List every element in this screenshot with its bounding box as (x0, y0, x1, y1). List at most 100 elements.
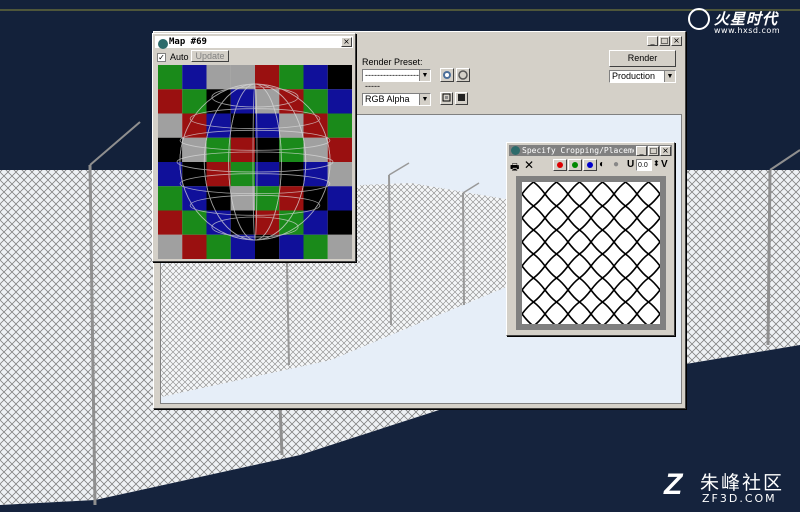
checker-cell (158, 113, 183, 138)
fence-post (766, 169, 772, 346)
watermark-logo-zf3d: Z 朱峰社区 ZF3D.COM (664, 468, 798, 508)
green-dot-icon (572, 162, 578, 168)
mono-toggle-button[interactable] (440, 92, 453, 105)
mono-icon (442, 93, 451, 102)
window-controls: _ □ × (635, 146, 671, 156)
auto-update-row: ✓ Auto (157, 51, 189, 63)
checker-cell (182, 137, 207, 162)
green-channel-button[interactable] (568, 159, 582, 171)
watermark-brand-text: 朱峰社区 (700, 473, 785, 494)
map-window-title: Map #69 (169, 37, 207, 47)
checker-cell (182, 162, 207, 187)
maximize-button[interactable]: □ (648, 146, 659, 156)
checker-cell (327, 89, 352, 114)
v-label: V (661, 159, 668, 170)
checker-cell (182, 89, 207, 114)
alpha-dot-icon[interactable]: ● (613, 159, 619, 170)
crop-toolbar: 🖶 ✕ ◐ ● U 0.0 ⬍ V (510, 158, 671, 173)
crop-preview-image[interactable] (522, 182, 660, 324)
checker-cell (303, 89, 328, 114)
close-button[interactable]: × (671, 36, 682, 46)
checker-cell (303, 210, 328, 235)
blue-dot-icon (587, 162, 593, 168)
watermark-logo-hxsd: 火星时代 www.hxsd.com (688, 6, 796, 36)
checker-cell (158, 89, 183, 114)
checker-cell (303, 65, 328, 90)
render-setup-icon-button[interactable] (440, 68, 454, 82)
checker-cell (158, 186, 183, 211)
environment-icon-button[interactable] (456, 68, 470, 82)
checker-cell (182, 65, 207, 90)
checker-cell (158, 162, 183, 187)
update-button[interactable]: Update (191, 50, 229, 62)
window-controls: _ □ × (646, 36, 682, 46)
checker-cell (303, 162, 328, 187)
close-button[interactable]: × (660, 146, 671, 156)
map-preview-image (158, 65, 352, 259)
checker-cell (255, 234, 280, 259)
clear-icon[interactable]: ✕ (524, 158, 534, 172)
hxsd-logo-icon (688, 8, 710, 30)
chevron-down-icon: ▼ (419, 70, 430, 81)
render-preset-label: Render Preset: (362, 57, 423, 67)
checker-cell (327, 137, 352, 162)
channel-dropdown[interactable]: RGB Alpha ▼ (362, 93, 431, 106)
render-button[interactable]: Render (609, 50, 676, 67)
map-preview-window: Map #69 × ✓ Auto Update (152, 33, 356, 262)
map-window-titlebar[interactable]: Map #69 (155, 36, 353, 49)
zf3d-logo-icon: Z (664, 468, 683, 501)
checker-cell (230, 65, 255, 90)
crop-placement-window: Specify Cropping/Placement _ □ × 🖶 ✕ ◐ ●… (506, 142, 675, 336)
max-app-icon (511, 146, 520, 155)
checker-cell (158, 234, 183, 259)
render-mode-dropdown[interactable]: Production ▼ (609, 70, 676, 83)
watermark-url-text: www.hxsd.com (714, 26, 781, 35)
teapot-icon (443, 71, 451, 79)
checker-cell (303, 234, 328, 259)
chevron-down-icon: ▼ (419, 94, 430, 105)
checker-cell (230, 234, 255, 259)
print-icon[interactable]: 🖶 (510, 160, 519, 177)
red-channel-button[interactable] (553, 159, 567, 171)
minimize-button[interactable]: _ (647, 36, 658, 46)
chevron-down-icon: ▼ (664, 71, 675, 82)
u-value-field[interactable]: 0.0 (636, 159, 652, 171)
channel-value: RGB Alpha (365, 94, 410, 104)
watermark-url-text: ZF3D.COM (702, 492, 777, 505)
close-button[interactable]: × (341, 37, 352, 47)
crop-preview-frame (516, 176, 666, 330)
u-spinner-icon[interactable]: ⬍ (653, 159, 660, 168)
checker-cell (255, 65, 280, 90)
minimize-button[interactable]: _ (636, 146, 647, 156)
checker-cell (327, 113, 352, 138)
maximize-button[interactable]: □ (659, 36, 670, 46)
checker-cell (279, 65, 304, 90)
render-preset-dropdown[interactable]: -------------------------- ▼ (362, 69, 431, 91)
red-dot-icon (557, 162, 563, 168)
checker-cell (230, 113, 255, 138)
blue-channel-button[interactable] (583, 159, 597, 171)
max-app-icon (158, 39, 168, 49)
display-alpha-icon (458, 94, 465, 101)
u-label: U (627, 159, 635, 170)
checker-cell (158, 137, 183, 162)
checker-cell (158, 65, 183, 90)
auto-checkbox[interactable]: ✓ (157, 52, 166, 62)
auto-label: Auto (170, 52, 189, 62)
checker-cell (327, 210, 352, 235)
checker-cell (158, 210, 183, 235)
alpha-toggle-button[interactable] (455, 92, 468, 105)
checker-cell (255, 113, 280, 138)
chainlink-texture (522, 182, 660, 324)
environment-icon (458, 70, 468, 80)
checker-cell (327, 234, 352, 259)
render-mode-value: Production (612, 71, 656, 81)
checker-cell (255, 186, 280, 211)
mono-icon[interactable]: ◐ (599, 159, 605, 170)
fence-post (462, 192, 465, 306)
checker-cell (279, 234, 304, 259)
fence-post (278, 404, 284, 456)
checker-cell (230, 186, 255, 211)
u-value: 0.0 (638, 162, 648, 169)
crop-window-title: Specify Cropping/Placement (522, 146, 634, 155)
